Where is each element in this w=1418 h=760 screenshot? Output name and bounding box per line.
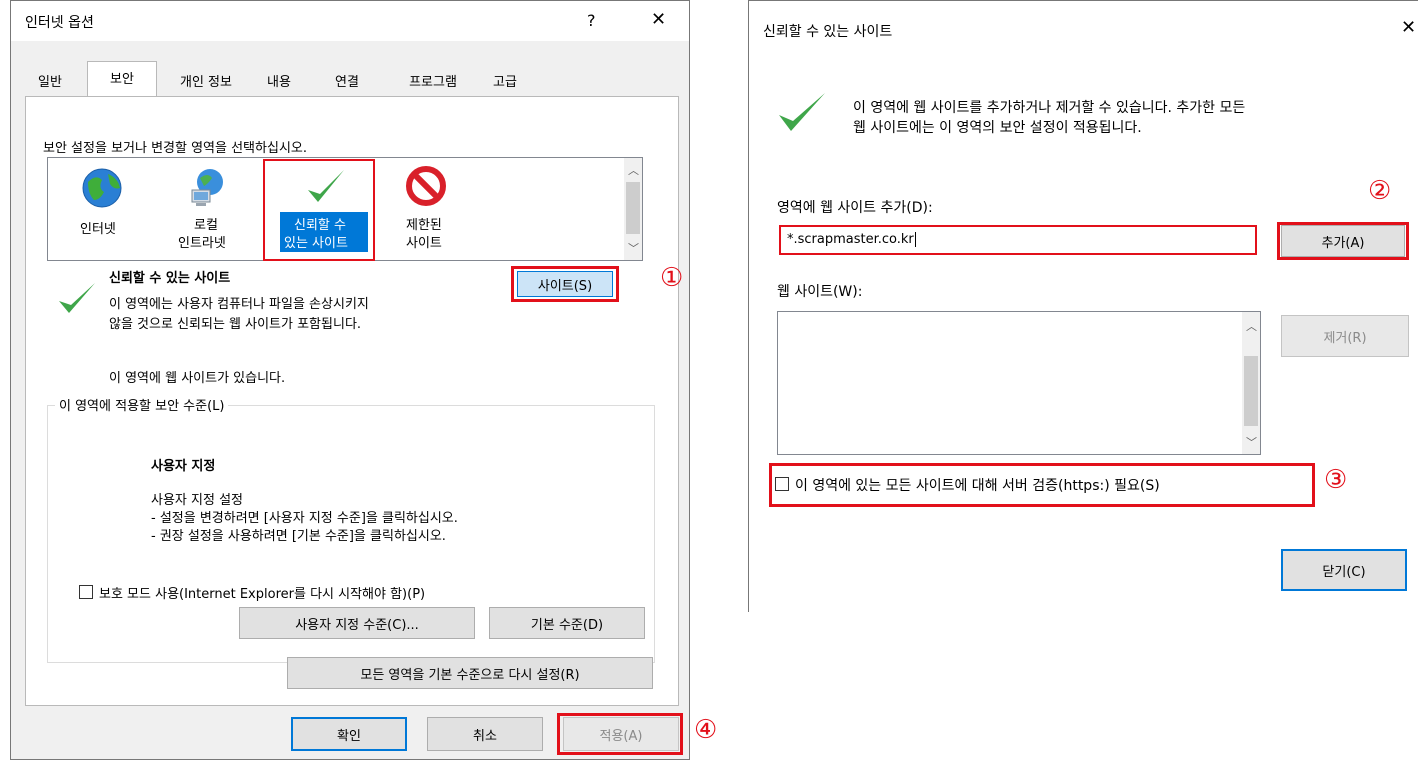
level-title: 사용자 지정 — [151, 459, 216, 474]
trusted-sites-dialog: 신뢰할 수 있는 사이트 ✕ 이 영역에 웹 사이트를 추가하거나 제거할 수 … — [748, 0, 1418, 613]
remove-button[interactable]: 제거(R) — [1281, 315, 1409, 357]
custom-level-button[interactable]: 사용자 지정 수준(C)... — [239, 607, 475, 639]
globe-icon — [82, 168, 122, 208]
zone-local-intranet[interactable]: 로컬 인트라넷 — [168, 164, 248, 258]
websites-scrollbar[interactable]: ︿ ﹀ — [1242, 312, 1260, 454]
zone-has-sites-text: 이 영역에 웹 사이트가 있습니다. — [109, 371, 286, 386]
help-button[interactable]: ? — [587, 11, 596, 30]
checkmark-icon — [308, 170, 344, 202]
add-website-label: 영역에 웹 사이트 추가(D): — [777, 200, 933, 216]
info-text-line2: 웹 사이트에는 이 영역의 보안 설정이 적용됩니다. — [853, 120, 1142, 136]
callout-3: ③ — [1324, 465, 1348, 495]
zone-internet[interactable]: 인터넷 — [68, 164, 138, 258]
zone-description-line2: 않을 것으로 신뢰되는 웹 사이트가 포함됩니다. — [109, 317, 362, 332]
protected-mode-checkbox[interactable] — [79, 585, 93, 599]
zone-label: 로컬 — [194, 218, 218, 233]
checkmark-icon — [779, 93, 825, 131]
zone-label: 인터넷 — [80, 222, 116, 237]
websites-label: 웹 사이트(W): — [777, 284, 863, 300]
zone-restricted-sites[interactable]: 제한된 사이트 — [394, 164, 474, 258]
level-description-line2: - 설정을 변경하려면 [사용자 지정 수준]을 클릭하십시오. — [151, 511, 458, 526]
scroll-thumb[interactable] — [1244, 356, 1258, 426]
zone-trusted-sites[interactable]: 신뢰할 수 있는 사이트 — [274, 164, 374, 258]
remove-button-label: 제거(R) — [1323, 330, 1367, 346]
zone-instruction: 보안 설정을 보거나 변경할 영역을 선택하십시오. — [43, 141, 307, 156]
add-button-label: 추가(A) — [1321, 235, 1365, 251]
dialog-title: 인터넷 옵션 — [25, 15, 94, 31]
zone-label-line2: 사이트 — [406, 236, 442, 251]
scroll-down-icon[interactable]: ﹀ — [1246, 434, 1257, 450]
tab-advanced[interactable]: 고급 — [477, 65, 533, 95]
https-required-checkbox[interactable] — [775, 477, 789, 491]
zone-scrollbar[interactable]: ︿ ﹀ — [624, 158, 642, 260]
tab-security[interactable]: 보안 — [87, 61, 157, 97]
tab-connections[interactable]: 연결 — [319, 65, 375, 95]
ok-button-label: 확인 — [337, 728, 361, 744]
restricted-icon — [406, 166, 446, 206]
close-icon[interactable]: ✕ — [651, 9, 666, 30]
apply-button-label: 적용(A) — [599, 728, 643, 744]
title-bar: 신뢰할 수 있는 사이트 ✕ — [749, 1, 1418, 63]
close-button-label: 닫기(C) — [1322, 564, 1366, 580]
https-required-label: 이 영역에 있는 모든 사이트에 대해 서버 검증(https:) 필요(S) — [795, 478, 1160, 494]
ok-button[interactable]: 확인 — [291, 717, 407, 751]
add-website-input-value: *.scrapmaster.co.kr — [787, 232, 914, 247]
zone-checkmark-icon — [59, 283, 95, 313]
text-cursor — [914, 232, 916, 247]
scroll-down-icon[interactable]: ﹀ — [628, 240, 639, 256]
security-level-group-label: 이 영역에 적용할 보안 수준(L) — [55, 395, 229, 414]
close-button[interactable]: 닫기(C) — [1281, 549, 1407, 591]
scroll-up-icon[interactable]: ︿ — [628, 162, 639, 178]
level-description-line3: - 권장 설정을 사용하려면 [기본 수준]을 클릭하십시오. — [151, 529, 446, 544]
scroll-thumb[interactable] — [626, 182, 640, 234]
zone-title: 신뢰할 수 있는 사이트 — [109, 271, 231, 286]
tab-programs[interactable]: 프로그램 — [391, 65, 475, 95]
close-icon[interactable]: ✕ — [1401, 17, 1416, 38]
default-level-button[interactable]: 기본 수준(D) — [489, 607, 645, 639]
scroll-up-icon[interactable]: ︿ — [1246, 318, 1257, 334]
tab-privacy[interactable]: 개인 정보 — [161, 65, 251, 95]
tab-content[interactable]: 내용 — [251, 65, 307, 95]
apply-button[interactable]: 적용(A) — [563, 717, 679, 751]
sites-button-label: 사이트(S) — [537, 278, 593, 294]
title-bar: 인터넷 옵션 ? ✕ — [11, 1, 689, 41]
internet-options-dialog: 인터넷 옵션 ? ✕ 일반 보안 개인 정보 내용 연결 프로그램 고급 보안 … — [10, 0, 690, 760]
protected-mode-label: 보호 모드 사용(Internet Explorer를 다시 시작해야 함)(P… — [99, 587, 426, 602]
zone-description-line1: 이 영역에는 사용자 컴퓨터나 파일을 손상시키지 — [109, 297, 369, 312]
sites-button[interactable]: 사이트(S) — [517, 271, 613, 297]
info-text-line1: 이 영역에 웹 사이트를 추가하거나 제거할 수 있습니다. 추가한 모든 — [853, 100, 1246, 116]
dialog-title: 신뢰할 수 있는 사이트 — [763, 24, 893, 40]
tab-general[interactable]: 일반 — [25, 65, 75, 95]
reset-all-zones-button-label: 모든 영역을 기본 수준으로 다시 설정(R) — [360, 667, 580, 683]
reset-all-zones-button[interactable]: 모든 영역을 기본 수준으로 다시 설정(R) — [287, 657, 653, 689]
callout-1: ① — [660, 263, 684, 293]
zone-label: 신뢰할 수 — [294, 218, 346, 233]
add-website-input[interactable]: *.scrapmaster.co.kr — [779, 225, 1257, 255]
zone-label: 제한된 — [406, 218, 442, 233]
cancel-button[interactable]: 취소 — [427, 717, 543, 751]
zone-label-line2: 인트라넷 — [178, 236, 226, 251]
default-level-button-label: 기본 수준(D) — [530, 617, 604, 633]
cancel-button-label: 취소 — [473, 728, 497, 744]
websites-list[interactable]: ︿ ﹀ — [777, 311, 1261, 455]
callout-4: ④ — [694, 715, 718, 745]
zone-list: 인터넷 로컬 인트라넷 신뢰할 수 있는 사이트 제한된 사이트 ︿ ﹀ — [47, 157, 643, 261]
zone-label-line2: 있는 사이트 — [284, 236, 348, 251]
custom-level-button-label: 사용자 지정 수준(C)... — [295, 617, 419, 633]
network-globe-icon — [191, 169, 223, 206]
level-description-line1: 사용자 지정 설정 — [151, 493, 243, 508]
add-button[interactable]: 추가(A) — [1281, 225, 1405, 257]
callout-2: ② — [1368, 176, 1392, 206]
